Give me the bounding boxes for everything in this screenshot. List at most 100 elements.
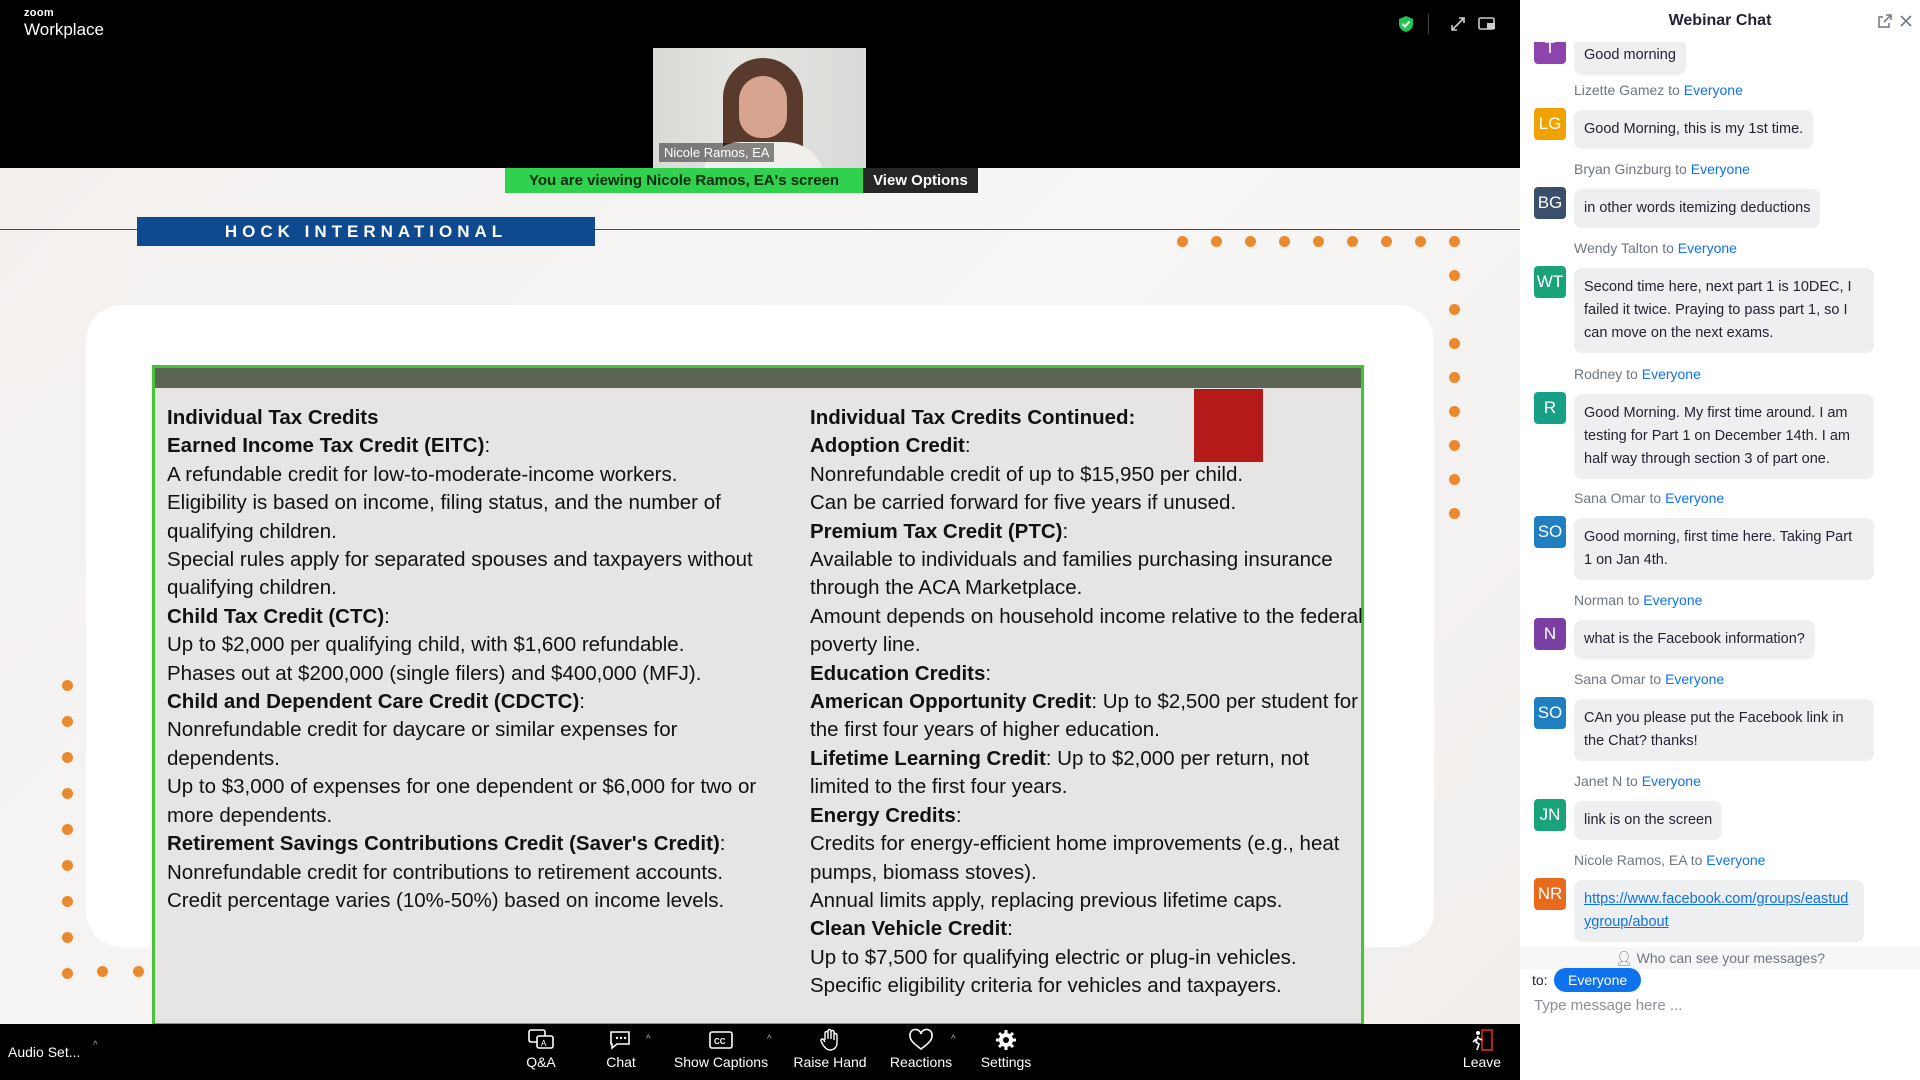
avatar[interactable]: SO: [1534, 697, 1566, 729]
slide-line-text: :: [484, 434, 491, 458]
chat-button[interactable]: Chat: [601, 1028, 641, 1070]
slide-line: Nonrefundable credit for daycare or simi…: [167, 716, 767, 773]
chat-caret-icon[interactable]: ^: [646, 1034, 651, 1045]
speaker-face: [739, 76, 787, 138]
captions-caret-icon[interactable]: ^: [767, 1034, 772, 1045]
recipient-selector[interactable]: Everyone: [1554, 968, 1642, 992]
decorative-dot: [1449, 304, 1460, 315]
avatar[interactable]: WT: [1534, 266, 1566, 298]
fullscreen-icon[interactable]: [1448, 14, 1468, 34]
slide-line-text: Special rules apply for separated spouse…: [167, 548, 753, 600]
person-icon: 👤︎: [1615, 950, 1633, 966]
slide-line-heading: Child and Dependent Care Credit (CDCTC): [167, 690, 580, 714]
message-input[interactable]: [1532, 996, 1906, 1015]
speaker-name: Nicole Ramos, EA: [659, 143, 775, 162]
decorative-dot: [1347, 236, 1358, 247]
qa-button[interactable]: A Q&A: [522, 1028, 560, 1070]
slide-line-text: Credits for energy-efficient home improv…: [810, 832, 1340, 884]
slide-line: Education Credits:: [810, 660, 1370, 688]
raise-hand-button[interactable]: Raise Hand: [792, 1028, 868, 1070]
chat-icon: [610, 1031, 630, 1050]
slide-line: Credits for energy-efficient home improv…: [810, 830, 1370, 887]
leave-icon: [1472, 1029, 1493, 1051]
slide-line: Annual limits apply, replacing previous …: [810, 887, 1370, 915]
pop-out-icon[interactable]: [1877, 13, 1893, 29]
slide-line: Earned Income Tax Credit (EITC):: [167, 432, 767, 460]
slide-line-text: Eligibility is based on income, filing s…: [167, 491, 721, 543]
slide-line-text: :: [719, 832, 726, 856]
slide-header: HOCK INTERNATIONAL: [137, 217, 595, 246]
message-link[interactable]: https://www.facebook.com/groups/eastudyg…: [1584, 891, 1848, 930]
decorative-dot: [133, 966, 144, 977]
slide-line: Child Tax Credit (CTC):: [167, 603, 767, 631]
slide-line-heading: Energy Credits: [810, 803, 956, 827]
to-label: to:: [1532, 972, 1548, 988]
slide-line-text: :: [985, 661, 992, 685]
slide-line: Up to $2,000 per qualifying child, with …: [167, 631, 767, 659]
show-captions-button[interactable]: CC Show Captions: [671, 1028, 771, 1070]
slide-line-text: :: [955, 803, 962, 827]
avatar[interactable]: R: [1534, 392, 1566, 424]
settings-button[interactable]: Settings: [976, 1028, 1036, 1070]
speaker-strip: Nicole Ramos, EA: [0, 48, 1520, 168]
content-box: Individual Tax Credits Earned Income Tax …: [152, 365, 1364, 1024]
slide-line: Individual Tax Credits Continued:: [810, 404, 1370, 432]
captions-icon: CC: [709, 1031, 733, 1049]
reactions-button[interactable]: Reactions: [886, 1028, 956, 1070]
slide-line: Eligibility is based on income, filing s…: [167, 489, 767, 546]
chat-sender-line: Lizette Gamez to Everyone: [1574, 82, 1743, 98]
decorative-dot: [62, 716, 73, 727]
shared-screen: You are viewing Nicole Ramos, EA's scree…: [0, 168, 1520, 1024]
settings-label: Settings: [980, 1054, 1032, 1070]
view-options-button[interactable]: View Options: [863, 168, 978, 193]
decorative-dot: [62, 860, 73, 871]
slide-line: Adoption Credit:: [810, 432, 1370, 460]
slide-line-heading: Education Credits: [810, 661, 986, 685]
view-layout-icon[interactable]: [1477, 14, 1497, 34]
chat-sender-line: Wendy Talton to Everyone: [1574, 240, 1737, 256]
slide-line-heading: Child Tax Credit (CTC): [167, 604, 385, 628]
slide-line-text: Up to $2,000 per qualifying child, with …: [167, 633, 685, 657]
audio-caret-icon[interactable]: ^: [93, 1040, 98, 1051]
avatar[interactable]: NR: [1534, 878, 1566, 910]
slide-line-heading: Earned Income Tax Credit (EITC): [167, 434, 485, 458]
message-text: Good Morning. My first time around. I am…: [1584, 405, 1850, 467]
speaker-video[interactable]: Nicole Ramos, EA: [653, 48, 866, 168]
reactions-caret-icon[interactable]: ^: [951, 1034, 956, 1045]
chat-sender-line: Nicole Ramos, EA to Everyone: [1574, 852, 1765, 868]
shield-check-icon[interactable]: [1396, 14, 1416, 34]
sender-name: Nicole Ramos, EA: [1574, 852, 1687, 868]
recipient-name: Everyone: [1690, 161, 1750, 177]
slide-line: American Opportunity Credit: Up to $2,50…: [810, 688, 1370, 745]
slide-line: Special rules apply for separated spouse…: [167, 546, 767, 603]
decorative-dot: [1449, 474, 1460, 485]
close-icon[interactable]: [1899, 14, 1913, 28]
leave-label: Leave: [1462, 1054, 1502, 1070]
avatar[interactable]: N: [1534, 618, 1566, 650]
slide-line: Specific eligibility criteria for vehicl…: [810, 972, 1370, 1000]
slide-line: Available to individuals and families pu…: [810, 546, 1370, 603]
decorative-dot: [1211, 236, 1222, 247]
avatar[interactable]: BG: [1534, 187, 1566, 219]
who-can-see-link[interactable]: 👤︎ Who can see your messages?: [1520, 947, 1920, 969]
decorative-dot: [1449, 508, 1460, 519]
leave-button[interactable]: Leave: [1462, 1028, 1502, 1070]
slide-line-text: Up to $3,000 of expenses for one depende…: [167, 775, 757, 827]
svg-text:CC: CC: [714, 1037, 726, 1046]
to-word: to: [1662, 240, 1674, 256]
logo-top: zoom: [24, 7, 54, 19]
avatar[interactable]: LG: [1534, 108, 1566, 140]
avatar[interactable]: JN: [1534, 799, 1566, 831]
slide-line-text: Nonrefundable credit of up to $15,950 pe…: [810, 462, 1244, 486]
slide-line-text: Up to $7,500 for qualifying electric or …: [810, 945, 1297, 969]
chat-panel: T Good morning Lizette Gamez to Everyone LG…: [1520, 0, 1920, 1080]
audio-settings-button[interactable]: Audio Set...: [8, 1044, 80, 1060]
recipient-name: Everyone: [1641, 773, 1701, 789]
decorative-dot: [1177, 236, 1188, 247]
slide-line-text: :: [384, 604, 390, 628]
slide-line-text: Nonrefundable credit for contributions t…: [167, 860, 724, 884]
slide-line-heading: Retirement Savings Contributions Credit …: [167, 832, 720, 856]
topbar-divider: [1428, 14, 1429, 34]
avatar[interactable]: SO: [1534, 516, 1566, 548]
decorative-dot: [1449, 270, 1460, 281]
